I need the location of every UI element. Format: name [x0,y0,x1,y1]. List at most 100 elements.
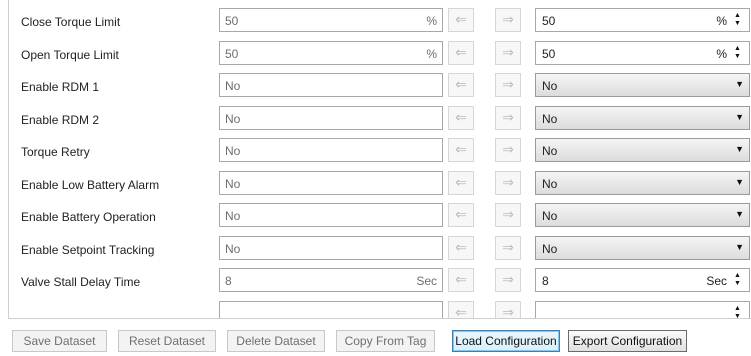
export-configuration-button[interactable]: Export Configuration [568,330,687,352]
parameter-row: Enable RDM 2 No ⇐ ⇒ No ▼ [9,105,751,135]
copy-to-current-button[interactable]: ⇐ [448,268,474,292]
parameter-label: Enable Setpoint Tracking [21,242,155,257]
current-value-text: No [225,209,241,223]
current-value-unit: % [426,14,437,28]
arrow-right-icon: ⇒ [502,43,514,60]
caret-down-icon: ▼ [735,209,744,219]
copy-to-current-button[interactable]: ⇐ [448,203,474,227]
parameter-label: Enable Low Battery Alarm [21,177,160,192]
configuration-grid: Close Torque Limit 50 % ⇐ ⇒ 50 % ▲ ▼ Ope… [8,0,751,319]
new-value-text: No [542,176,558,191]
parameter-label: Valve Stall Delay Time [21,275,141,289]
caret-down-icon[interactable]: ▼ [734,280,741,288]
caret-down-icon: ▼ [735,176,744,187]
arrow-left-icon: ⇐ [455,43,467,60]
copy-to-new-button[interactable]: ⇒ [495,235,521,260]
arrow-right-icon: ⇒ [502,303,514,319]
new-value-input[interactable]: 8 Sec ▲ ▼ [535,268,750,292]
new-value-text: No [542,241,558,256]
caret-down-icon: ▼ [735,241,744,252]
new-value-select[interactable]: No ▼ [535,203,750,227]
new-value-text: 50 [542,14,556,28]
copy-to-new-button[interactable]: ⇒ [495,105,521,130]
copy-to-current-button[interactable]: ⇐ [448,300,474,318]
arrow-right-icon: ⇒ [502,206,514,222]
value-spinner[interactable]: ▲ ▼ [733,11,745,29]
arrow-right-icon: ⇒ [502,76,514,92]
value-spinner[interactable]: ▲ ▼ [733,304,745,319]
caret-down-icon[interactable]: ▼ [734,20,741,28]
copy-to-current-button[interactable]: ⇐ [448,8,474,32]
current-value-unit: % [426,46,437,61]
delete-dataset-button[interactable]: Delete Dataset [227,330,325,352]
load-configuration-button[interactable]: Load Configuration [452,330,560,352]
arrow-left-icon: ⇐ [455,271,467,287]
save-dataset-button[interactable]: Save Dataset [12,330,107,352]
copy-to-new-button[interactable]: ⇒ [495,73,521,97]
arrow-left-icon: ⇐ [455,11,467,27]
caret-down-icon[interactable]: ▼ [734,313,741,319]
arrow-left-icon: ⇐ [455,141,467,157]
new-value-input[interactable]: 50 % ▲ ▼ [535,8,750,32]
caret-up-icon[interactable]: ▲ [734,305,741,313]
caret-down-icon: ▼ [735,144,744,154]
value-spinner[interactable]: ▲ ▼ [733,271,745,289]
current-value-field: No [219,170,443,195]
parameter-row: Valve Stall Delay Time 8 Sec ⇐ ⇒ 8 Sec ▲… [9,267,751,297]
copy-to-current-button[interactable]: ⇐ [448,235,474,260]
copy-to-new-button[interactable]: ⇒ [495,170,521,195]
caret-up-icon[interactable]: ▲ [734,12,741,20]
caret-down-icon: ▼ [735,111,744,122]
new-value-select[interactable]: No ▼ [535,235,750,260]
caret-up-icon[interactable]: ▲ [734,45,741,53]
new-value-text: No [542,111,558,126]
new-value-text: No [542,209,558,223]
copy-to-current-button[interactable]: ⇐ [448,138,474,162]
copy-to-new-button[interactable]: ⇒ [495,8,521,32]
copy-to-current-button[interactable]: ⇐ [448,105,474,130]
copy-to-current-button[interactable]: ⇐ [448,73,474,97]
copy-to-new-button[interactable]: ⇒ [495,300,521,319]
parameter-row: Torque Retry No ⇐ ⇒ No ▼ [9,137,751,167]
new-value-text: No [542,144,558,158]
current-value-field: No [219,235,443,260]
parameter-row: Enable Low Battery Alarm No ⇐ ⇒ No ▼ [9,170,751,200]
arrow-left-icon: ⇐ [455,206,467,222]
new-value-input[interactable]: ▲ ▼ [535,300,750,319]
current-value-field: 8 Sec [219,268,443,292]
value-spinner[interactable]: ▲ ▼ [733,44,745,62]
copy-to-current-button[interactable]: ⇐ [448,40,474,65]
current-value-field: 50 % [219,40,443,65]
parameter-label: Enable Battery Operation [21,210,156,224]
current-value-text: No [225,79,241,93]
copy-to-new-button[interactable]: ⇒ [495,138,521,162]
current-value-field: No [219,203,443,227]
arrow-right-icon: ⇒ [502,11,514,27]
new-value-select[interactable]: No ▼ [535,73,750,97]
current-value-text: No [225,241,241,256]
new-value-select[interactable]: No ▼ [535,170,750,195]
arrow-right-icon: ⇒ [502,173,514,190]
copy-to-new-button[interactable]: ⇒ [495,268,521,292]
current-value-field: No [219,73,443,97]
parameter-row: ⇐ ⇒ ▲ ▼ [9,300,751,319]
new-value-unit: % [716,14,727,28]
caret-down-icon[interactable]: ▼ [734,53,741,61]
parameter-row: Enable Setpoint Tracking No ⇐ ⇒ No ▼ [9,235,751,265]
copy-to-current-button[interactable]: ⇐ [448,170,474,195]
current-value-text: No [225,111,241,126]
copy-from-tag-button[interactable]: Copy From Tag [336,330,435,352]
new-value-select[interactable]: No ▼ [535,138,750,162]
caret-up-icon[interactable]: ▲ [734,272,741,280]
current-value-unit: Sec [416,274,437,288]
copy-to-new-button[interactable]: ⇒ [495,203,521,227]
copy-to-new-button[interactable]: ⇒ [495,40,521,65]
new-value-input[interactable]: 50 % ▲ ▼ [535,40,750,65]
reset-dataset-button[interactable]: Reset Dataset [118,330,216,352]
arrow-right-icon: ⇒ [502,108,514,125]
parameter-label: Open Torque Limit [21,47,119,62]
new-value-text: 8 [542,274,549,288]
current-value-text: No [225,176,241,191]
parameter-label: Torque Retry [21,145,90,159]
new-value-select[interactable]: No ▼ [535,105,750,130]
